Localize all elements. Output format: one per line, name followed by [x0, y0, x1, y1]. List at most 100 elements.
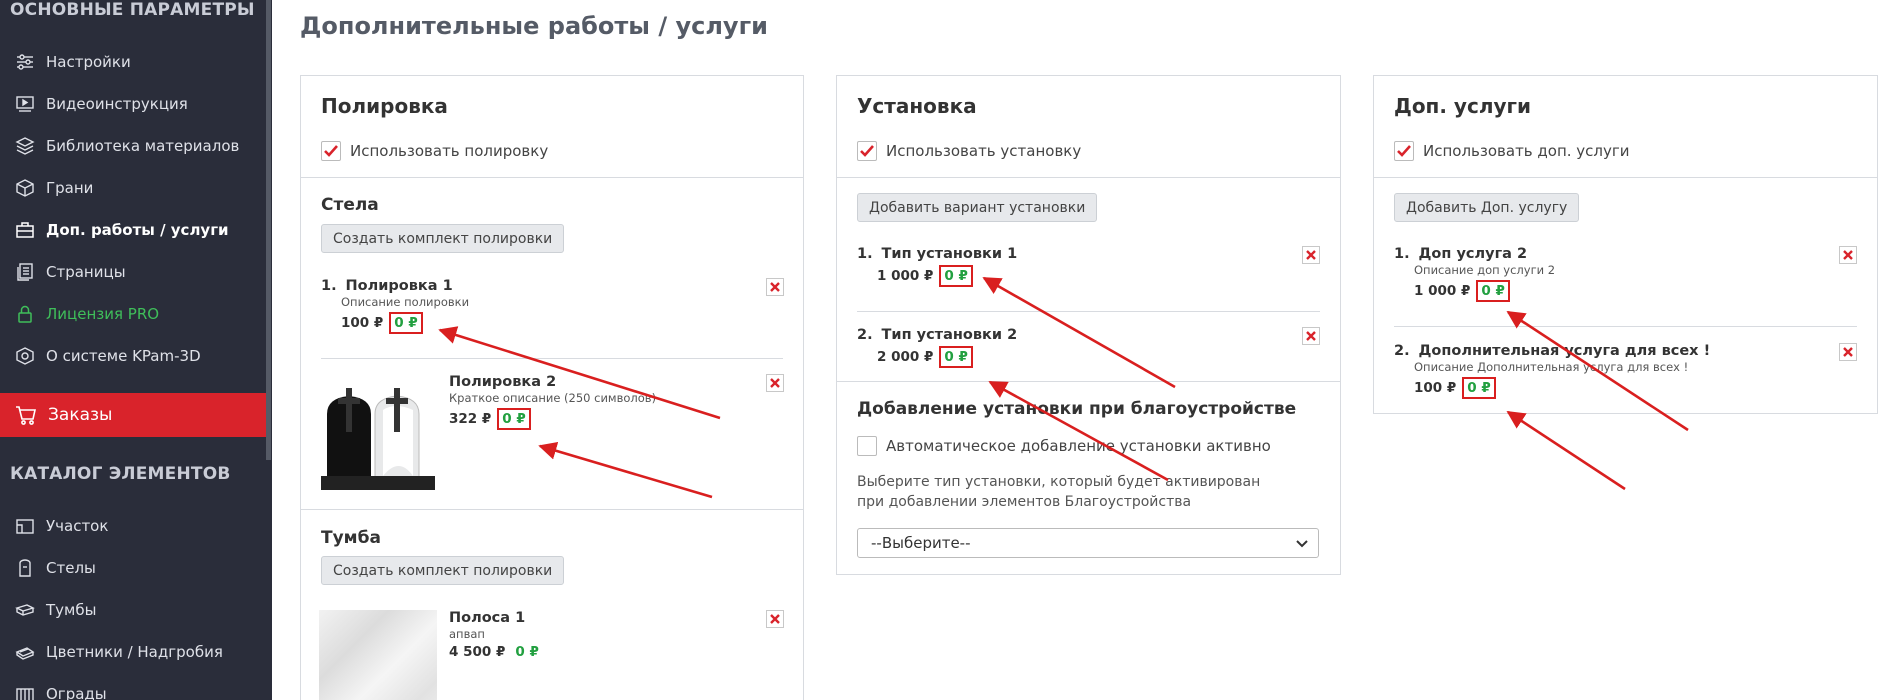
polish-title: Полировка [321, 94, 448, 118]
item-extra-price: 0 ₽ [1476, 280, 1510, 302]
auto-install-checkbox[interactable]: Автоматическое добавление установки акти… [857, 436, 1271, 456]
item-number: 2. [1394, 343, 1410, 359]
landscaping-title: Добавление установки при благоустройстве [857, 399, 1297, 419]
sidebar-item-label: Участок [46, 517, 109, 535]
checkmark-icon [321, 141, 341, 161]
sidebar-item-label: Библиотека материалов [46, 137, 240, 155]
list-item: 1. Доп услуга 2 Описание доп услуги 2 1 … [1394, 246, 1555, 302]
list-item: 1. Тип установки 1 1 000 ₽ 0 ₽ [857, 246, 1017, 287]
item-name: Полировка 1 [345, 278, 453, 294]
use-install-label: Использовать установку [886, 142, 1082, 160]
close-icon [1842, 246, 1854, 265]
polish-strip-image [319, 610, 437, 700]
polish-2-image [319, 376, 437, 494]
item-description: Описание доп услуги 2 [1414, 263, 1556, 277]
sidebar-item-pages[interactable]: Страницы [0, 252, 266, 292]
stele-icon [14, 557, 36, 579]
divider [857, 311, 1320, 312]
item-name: Тип установки 2 [881, 327, 1018, 343]
use-install-checkbox[interactable]: Использовать установку [857, 141, 1081, 161]
use-polish-checkbox[interactable]: Использовать полировку [321, 141, 548, 161]
item-name: Доп услуга 2 [1418, 246, 1528, 262]
sidebar-item-plot[interactable]: Участок [0, 506, 266, 546]
sidebar-item-pedestals[interactable]: Тумбы [0, 590, 266, 630]
item-description: апвап [449, 627, 485, 641]
delete-button[interactable] [1302, 327, 1320, 345]
sidebar-item-settings[interactable]: Настройки [0, 42, 266, 82]
delete-button[interactable] [766, 610, 784, 628]
sidebar-section-catalog: КАТАЛОГ ЭЛЕМЕНТОВ [10, 464, 231, 484]
add-install-variant-button[interactable]: Добавить вариант установки [857, 193, 1098, 222]
list-item: 1. Полировка 1 Описание полировки 100 ₽ 0… [321, 278, 469, 334]
lock-icon [14, 303, 36, 325]
item-number: 2. [857, 327, 873, 343]
use-extra-checkbox[interactable]: Использовать доп. услуги [1394, 141, 1630, 161]
divider [1374, 177, 1877, 178]
use-polish-label: Использовать полировку [350, 142, 549, 160]
item-price: 4 500 ₽ [449, 644, 506, 660]
sidebar-item-facets[interactable]: Грани [0, 168, 266, 208]
polish-panel: Полировка Использовать полировку Стела С… [300, 75, 804, 700]
sidebar-item-label: Грани [46, 179, 94, 197]
tumba-subtitle: Тумба [321, 528, 381, 548]
close-icon [769, 374, 781, 393]
list-item: Полоса 1 апвап 4 500 ₽ 0 ₽ [449, 610, 539, 660]
delete-button[interactable] [1839, 246, 1857, 264]
close-icon [769, 610, 781, 629]
delete-button[interactable] [766, 278, 784, 296]
chevron-down-icon [1296, 534, 1308, 552]
delete-button[interactable] [766, 374, 784, 392]
create-polish-set-button[interactable]: Создать комплект полировки [321, 556, 565, 585]
sidebar-item-library[interactable]: Библиотека материалов [0, 126, 266, 166]
delete-button[interactable] [1839, 343, 1857, 361]
sidebar-section-main: ОСНОВНЫЕ ПАРАМЕТРЫ [10, 0, 255, 20]
close-icon [1842, 343, 1854, 362]
cube-icon [14, 177, 36, 199]
item-extra-price: 0 ₽ [389, 312, 423, 334]
orders-label: Заказы [48, 405, 113, 425]
list-item: 2. Дополнительная услуга для всех ! Опис… [1394, 343, 1710, 399]
extra-title: Доп. услуги [1394, 94, 1531, 118]
checkmark-icon [1394, 141, 1414, 161]
extra-services-panel: Доп. услуги Использовать доп. услуги Доб… [1373, 75, 1878, 414]
sidebar-item-label: Стелы [46, 559, 96, 577]
sidebar-item-orders[interactable]: Заказы [0, 393, 266, 437]
item-name: Полоса 1 [449, 610, 526, 626]
add-extra-service-button[interactable]: Добавить Доп. услугу [1394, 193, 1580, 222]
sidebar-item-fences[interactable]: Ограды [0, 674, 266, 700]
item-number: 1. [321, 278, 337, 294]
sidebar-item-steles[interactable]: Стелы [0, 548, 266, 588]
sidebar-item-video[interactable]: Видеоинструкция [0, 84, 266, 124]
create-polish-set-button[interactable]: Создать комплект полировки [321, 224, 565, 253]
sidebar-scrollbar[interactable] [266, 0, 271, 460]
pages-icon [14, 261, 36, 283]
sidebar-item-about[interactable]: О системе KPam-3D [0, 336, 266, 376]
sidebar-item-label: Страницы [46, 263, 126, 281]
sidebar-item-license-pro[interactable]: Лицензия PRO [0, 294, 266, 334]
item-extra-price: 0 ₽ [939, 265, 973, 287]
sidebar-item-flowerbeds[interactable]: Цветники / Надгробия [0, 632, 266, 672]
annotation-arrow [1506, 410, 1626, 491]
install-type-select[interactable]: --Выберите-- [857, 528, 1319, 558]
auto-install-label: Автоматическое добавление установки акти… [886, 437, 1271, 455]
item-extra-price: 0 ₽ [515, 644, 539, 660]
info-icon [14, 345, 36, 367]
item-extra-price: 0 ₽ [497, 408, 531, 430]
sidebar-item-label: Лицензия PRO [46, 305, 160, 323]
list-item: 2. Тип установки 2 2 000 ₽ 0 ₽ [857, 327, 1017, 368]
item-number: 1. [1394, 246, 1410, 262]
item-extra-price: 0 ₽ [939, 346, 973, 368]
stela-subtitle: Стела [321, 195, 379, 215]
item-price: 1 000 ₽ [1414, 283, 1471, 299]
select-value: --Выберите-- [871, 534, 971, 552]
sidebar-item-label: Доп. работы / услуги [46, 221, 229, 239]
sidebar-item-label: Тумбы [46, 601, 97, 619]
use-extra-label: Использовать доп. услуги [1423, 142, 1630, 160]
divider [837, 177, 1340, 178]
sidebar-item-extra-works[interactable]: Доп. работы / услуги [0, 210, 266, 250]
divider [301, 509, 803, 510]
delete-button[interactable] [1302, 246, 1320, 264]
divider [321, 358, 783, 359]
item-price: 322 ₽ [449, 411, 492, 427]
close-icon [1305, 327, 1317, 346]
